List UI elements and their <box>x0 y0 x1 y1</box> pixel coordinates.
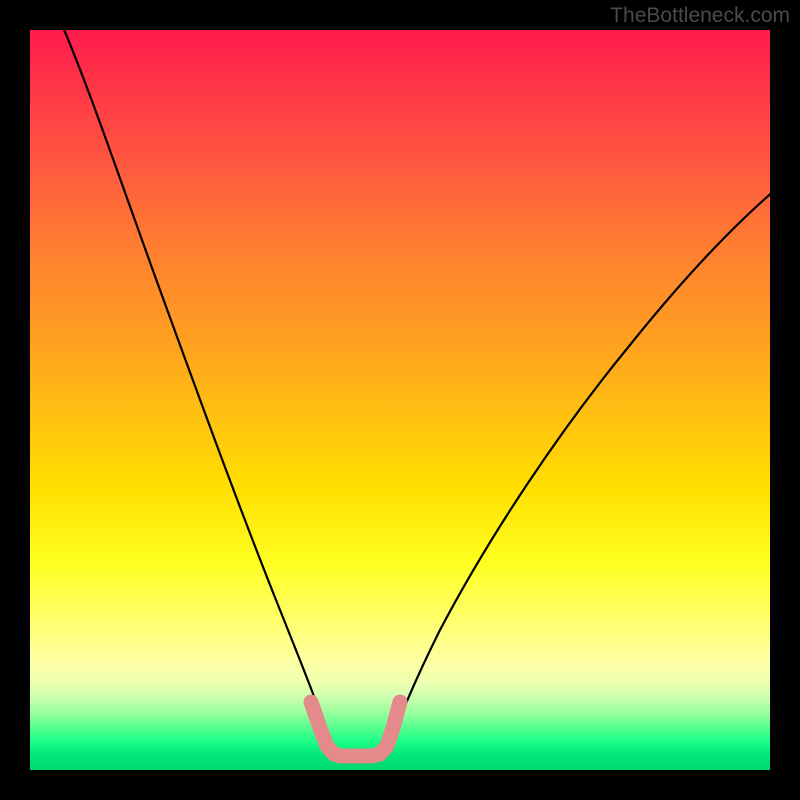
plot-area <box>30 30 770 770</box>
watermark-text: TheBottleneck.com <box>610 4 790 28</box>
optimal-highlight <box>311 702 400 756</box>
right-curve <box>388 190 770 750</box>
curve-layer <box>30 30 770 770</box>
left-curve <box>60 30 330 750</box>
chart-frame: TheBottleneck.com <box>0 0 800 800</box>
